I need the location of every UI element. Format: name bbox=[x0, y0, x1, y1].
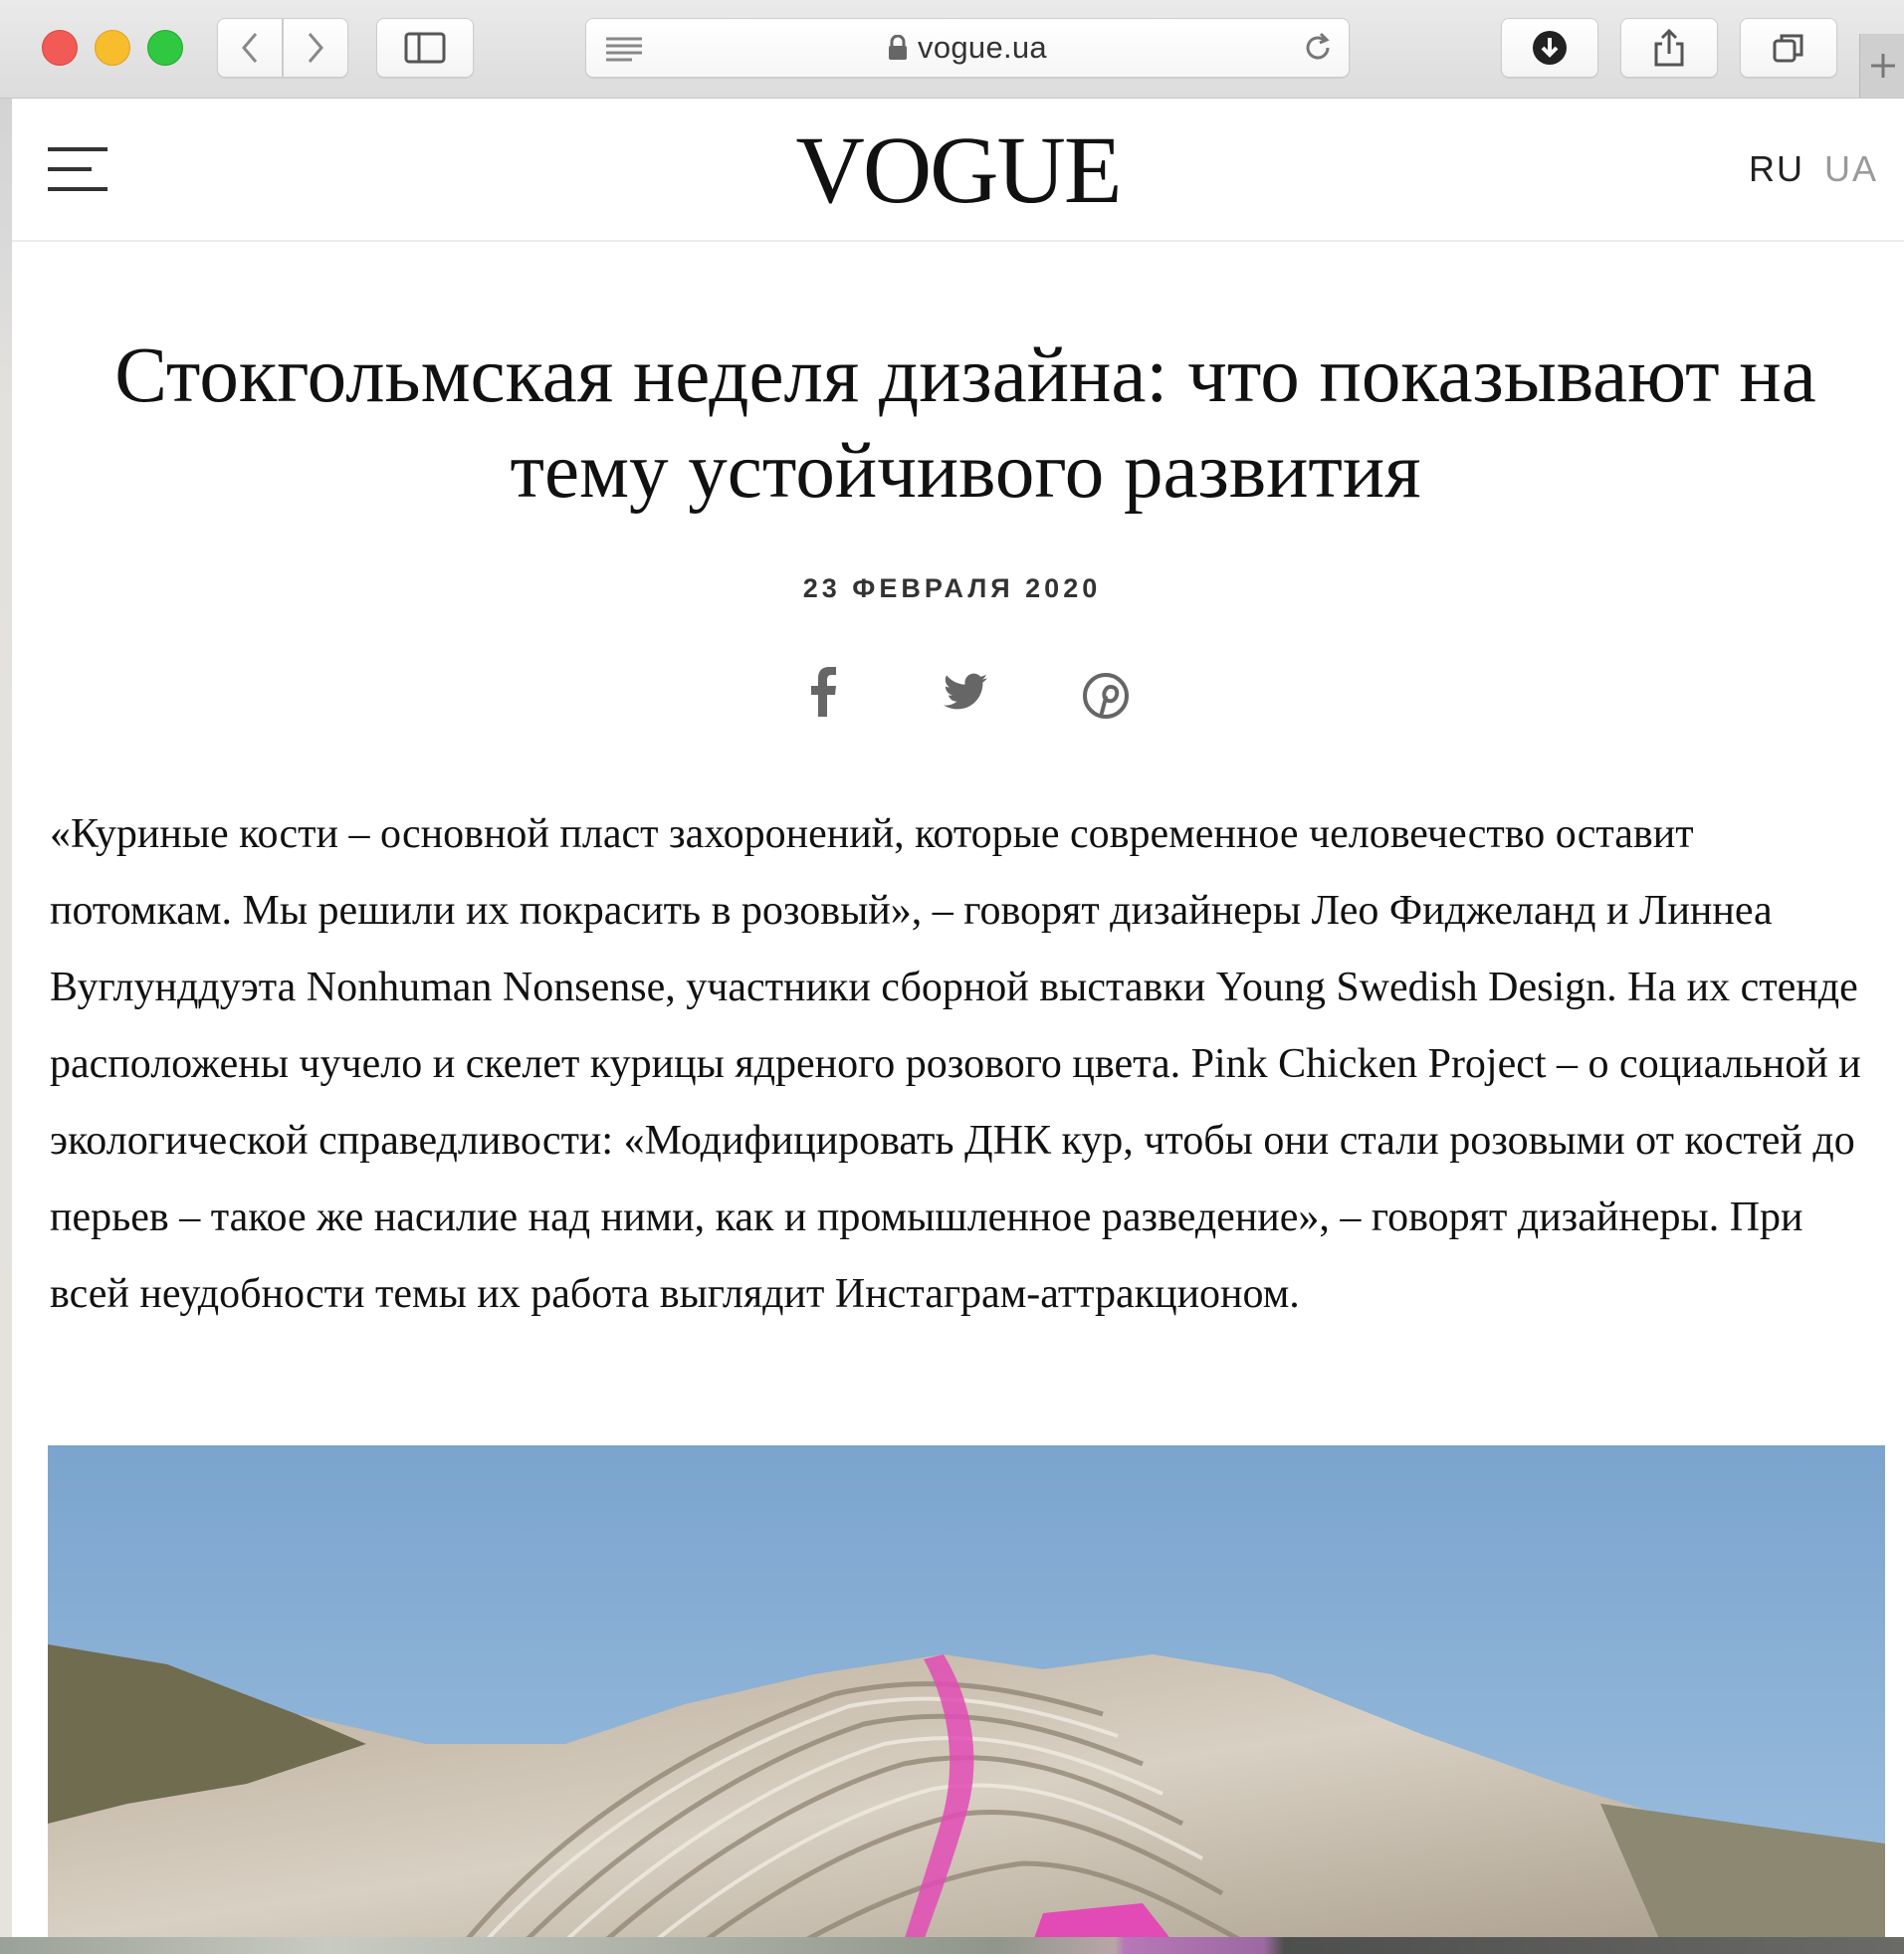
reload-icon[interactable] bbox=[1301, 31, 1335, 65]
url-text: vogue.ua bbox=[918, 30, 1047, 65]
lang-ua-link[interactable]: UA bbox=[1824, 148, 1878, 189]
share-button[interactable] bbox=[1620, 18, 1718, 78]
share-twitter[interactable] bbox=[944, 673, 987, 716]
vogue-logo[interactable]: VOGUE bbox=[12, 120, 1904, 220]
back-button[interactable] bbox=[217, 18, 283, 78]
sidebar-toggle-button[interactable] bbox=[376, 18, 474, 78]
chevron-left-icon bbox=[242, 33, 258, 63]
plus-icon bbox=[1870, 54, 1895, 78]
chevron-right-icon bbox=[308, 33, 323, 63]
facebook-icon bbox=[811, 667, 836, 717]
forward-button[interactable] bbox=[283, 18, 348, 78]
share-icon bbox=[1654, 28, 1684, 67]
pinterest-icon bbox=[1083, 673, 1129, 719]
window-minimize-button[interactable] bbox=[95, 30, 130, 66]
tabs-icon bbox=[1773, 34, 1803, 63]
article-photo bbox=[48, 1445, 1885, 1941]
share-facebook[interactable] bbox=[808, 667, 838, 722]
article-body: «Куриные кости – основной пласт захороне… bbox=[50, 811, 1861, 1317]
twitter-icon bbox=[944, 673, 987, 710]
desktop-edge bbox=[0, 0, 12, 1954]
article-date: 23 ФЕВРАЛЯ 2020 bbox=[802, 573, 1102, 603]
address-bar[interactable]: vogue.ua bbox=[585, 18, 1350, 78]
window-maximize-button[interactable] bbox=[147, 30, 183, 66]
lock-icon bbox=[889, 35, 908, 60]
site-header: VOGUE RU UA bbox=[12, 99, 1904, 242]
next-image-strip bbox=[0, 1937, 1904, 1954]
downloads-button[interactable] bbox=[1501, 18, 1598, 78]
article-title: Стокгольмская неделя дизайна: что показы… bbox=[114, 332, 1816, 515]
lang-ru-link[interactable]: RU bbox=[1749, 148, 1804, 189]
share-pinterest[interactable] bbox=[1083, 673, 1129, 724]
language-switcher: RU UA bbox=[1749, 148, 1878, 190]
tabs-overview-button[interactable] bbox=[1740, 18, 1837, 78]
sidebar-icon bbox=[404, 32, 446, 64]
new-tab-button[interactable] bbox=[1859, 34, 1904, 98]
browser-toolbar: vogue.ua bbox=[0, 0, 1904, 99]
window-close-button[interactable] bbox=[42, 30, 78, 66]
download-icon bbox=[1533, 31, 1567, 65]
